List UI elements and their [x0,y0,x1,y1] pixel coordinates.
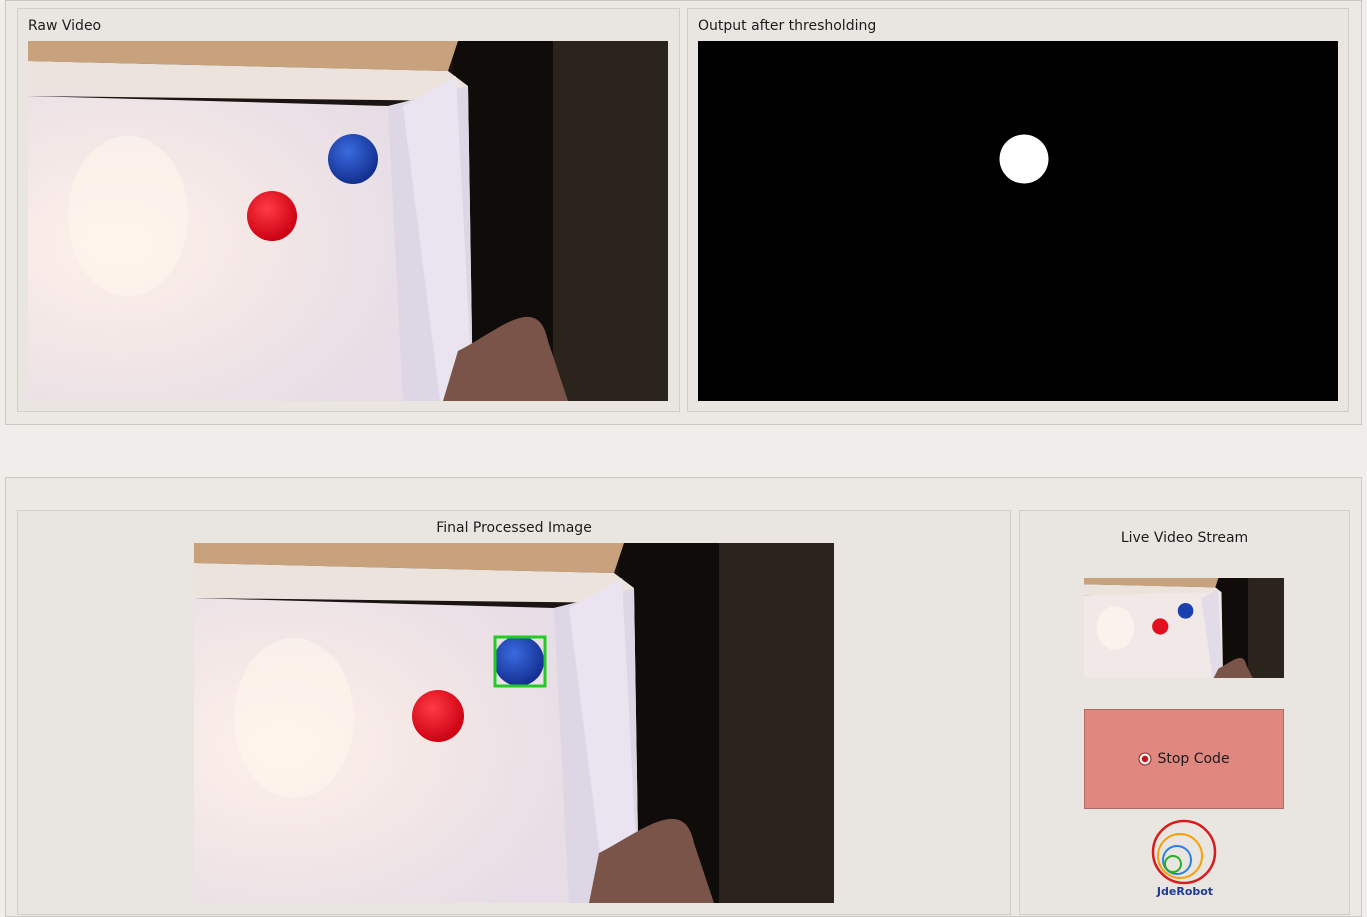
final-image-title: Final Processed Image [436,520,592,536]
threshold-title: Output after thresholding [698,18,877,34]
live-stream-image [1084,578,1284,678]
jderobot-logo-text: JdeRobot [1156,885,1213,898]
raw-video-title: Raw Video [28,18,102,34]
raw-video-view [28,41,668,401]
threshold-mask-image [698,41,1338,401]
live-stream-view [1084,578,1284,678]
record-stop-icon [1138,752,1152,766]
final-processed-image [194,543,834,903]
raw-video-image [28,41,668,401]
detected-blob [999,134,1049,184]
jderobot-logo: JdeRobot [1150,818,1220,900]
stop-code-button[interactable]: Stop Code [1084,709,1284,809]
jderobot-logo-icon: JdeRobot [1151,819,1217,898]
live-stream-title: Live Video Stream [1120,530,1249,546]
final-image-view [194,543,834,903]
stop-code-label: Stop Code [1157,751,1230,767]
threshold-view [698,41,1338,401]
